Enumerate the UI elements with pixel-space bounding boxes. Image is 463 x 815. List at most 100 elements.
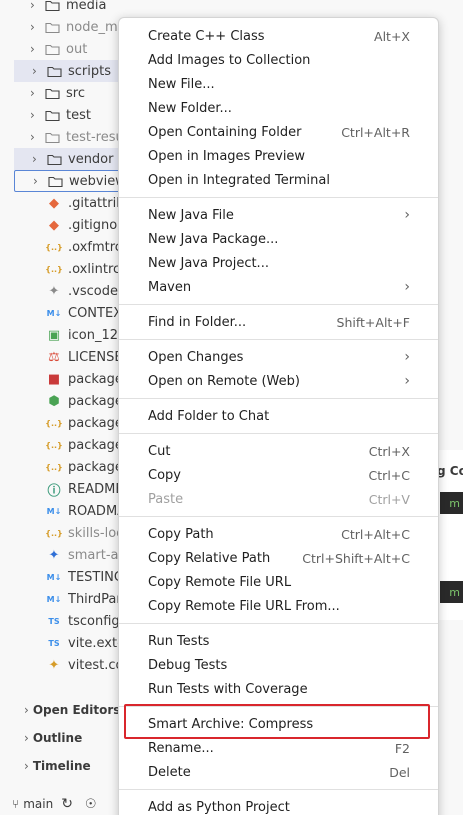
ports-icon[interactable]: ☉: [85, 797, 97, 812]
tree-folder[interactable]: › media: [12, 0, 252, 16]
menu-item-rename[interactable]: Rename... F2: [119, 736, 438, 760]
menu-item-new-java-file[interactable]: New Java File ›: [119, 203, 438, 227]
menu-item-label: New File...: [148, 76, 215, 92]
menu-item-delete[interactable]: Delete Del: [119, 760, 438, 784]
menu-separator: [119, 623, 438, 624]
tree-item-label: vendor: [68, 151, 114, 167]
menu-item-new-java-project[interactable]: New Java Project...: [119, 251, 438, 275]
menu-separator: [119, 339, 438, 340]
menu-item-label: Open in Images Preview: [148, 148, 306, 164]
menu-item-open-containing-folder[interactable]: Open Containing Folder Ctrl+Alt+R: [119, 120, 438, 144]
tree-item-label: CONTEX: [68, 305, 123, 321]
menu-item-add-as-python-project[interactable]: Add as Python Project: [119, 795, 438, 815]
menu-item-new-java-package[interactable]: New Java Package...: [119, 227, 438, 251]
menu-item-add-folder-to-chat[interactable]: Add Folder to Chat: [119, 404, 438, 428]
section-label: Open Editors: [32, 703, 121, 717]
chevron-right-icon[interactable]: ›: [32, 64, 46, 78]
menu-item-find-in-folder[interactable]: Find in Folder... Shift+Alt+F: [119, 310, 438, 334]
menu-item-label: Open Changes: [148, 349, 244, 365]
menu-item-debug-tests[interactable]: Debug Tests: [119, 653, 438, 677]
tree-item-label: smart-ar: [68, 547, 124, 563]
git-icon: ◆: [49, 217, 59, 233]
chevron-right-icon[interactable]: ›: [24, 703, 29, 717]
branch-icon[interactable]: ⑂: [12, 797, 19, 811]
sync-icon[interactable]: ↻: [61, 796, 73, 812]
tree-item-label: TESTING: [68, 569, 124, 585]
chevron-right-icon[interactable]: ›: [33, 174, 47, 188]
code-snippet-marker: m: [440, 492, 463, 514]
chevron-right-icon[interactable]: ›: [30, 130, 44, 144]
section-outline[interactable]: › Outline: [24, 727, 82, 749]
menu-item-label: New Folder...: [148, 100, 232, 116]
menu-item-shortcut: Ctrl+Alt+C: [341, 526, 410, 542]
menu-item-label: Copy Remote File URL From...: [148, 598, 340, 614]
tree-item-label: tsconfig.: [68, 613, 124, 629]
json-icon: {..}: [45, 528, 63, 538]
section-open-editors[interactable]: › Open Editors: [24, 699, 120, 721]
tree-item-label: out: [66, 41, 88, 57]
menu-item-open-changes[interactable]: Open Changes ›: [119, 345, 438, 369]
menu-item-smart-archive-compress[interactable]: Smart Archive: Compress: [119, 712, 438, 736]
menu-item-new-file[interactable]: New File...: [119, 72, 438, 96]
chevron-right-icon[interactable]: ›: [32, 152, 46, 166]
branch-name[interactable]: main: [23, 797, 53, 811]
tree-item-label: scripts: [68, 63, 111, 79]
markdown-icon: M↓: [46, 506, 62, 516]
menu-item-label: Open on Remote (Web): [148, 373, 300, 389]
typescript-icon: TS: [48, 638, 60, 648]
menu-item-maven[interactable]: Maven ›: [119, 275, 438, 299]
json-icon: {..}: [45, 440, 63, 450]
menu-item-shortcut: Shift+Alt+F: [336, 314, 410, 330]
menu-item-shortcut: Ctrl+Alt+R: [341, 124, 410, 140]
menu-item-label: Run Tests: [148, 633, 210, 649]
menu-item-copy-path[interactable]: Copy Path Ctrl+Alt+C: [119, 522, 438, 546]
tree-item-label: package: [68, 459, 123, 475]
menu-item-label: Rename...: [148, 740, 214, 756]
menu-item-copy-remote-file-url-from[interactable]: Copy Remote File URL From...: [119, 594, 438, 618]
tree-item-label: package: [68, 415, 123, 431]
markdown-icon: M↓: [46, 308, 62, 318]
menu-item-create-c-class[interactable]: Create C++ Class Alt+X: [119, 24, 438, 48]
menu-item-label: Open Containing Folder: [148, 124, 302, 140]
menu-item-shortcut: Del: [389, 764, 410, 780]
chevron-right-icon[interactable]: ›: [24, 759, 29, 773]
menu-item-add-images-to-collection[interactable]: Add Images to Collection: [119, 48, 438, 72]
tree-item-label: package: [68, 437, 123, 453]
menu-item-label: Copy Relative Path: [148, 550, 271, 566]
menu-item-label: Cut: [148, 443, 171, 459]
menu-item-label: Copy Path: [148, 526, 214, 542]
menu-item-open-in-images-preview[interactable]: Open in Images Preview: [119, 144, 438, 168]
tree-item-label: README: [68, 481, 124, 497]
menu-item-new-folder[interactable]: New Folder...: [119, 96, 438, 120]
menu-item-open-in-integrated-terminal[interactable]: Open in Integrated Terminal: [119, 168, 438, 192]
menu-item-cut[interactable]: Cut Ctrl+X: [119, 439, 438, 463]
menu-item-copy-remote-file-url[interactable]: Copy Remote File URL: [119, 570, 438, 594]
menu-item-label: Debug Tests: [148, 657, 228, 673]
menu-item-label: Create C++ Class: [148, 28, 265, 44]
menu-separator: [119, 433, 438, 434]
menu-item-open-on-remote-web[interactable]: Open on Remote (Web) ›: [119, 369, 438, 393]
chevron-right-icon[interactable]: ›: [30, 86, 44, 100]
chevron-right-icon[interactable]: ›: [24, 731, 29, 745]
menu-item-run-tests[interactable]: Run Tests: [119, 629, 438, 653]
json-icon: {..}: [45, 264, 63, 274]
chevron-right-icon[interactable]: ›: [30, 20, 44, 34]
tree-item-label: .gitignor: [68, 217, 123, 233]
chevron-right-icon[interactable]: ›: [30, 108, 44, 122]
code-snippet-marker: m: [440, 581, 463, 603]
tree-item-label: .gitattrib: [68, 195, 125, 211]
menu-item-copy-relative-path[interactable]: Copy Relative Path Ctrl+Shift+Alt+C: [119, 546, 438, 570]
menu-item-label: Maven: [148, 279, 192, 295]
chevron-right-icon[interactable]: ›: [30, 42, 44, 56]
markdown-icon: M↓: [46, 572, 62, 582]
tree-item-label: media: [66, 0, 107, 13]
menu-separator: [119, 706, 438, 707]
menu-item-shortcut: F2: [394, 740, 410, 756]
menu-separator: [119, 789, 438, 790]
menu-separator: [119, 516, 438, 517]
section-timeline[interactable]: › Timeline: [24, 755, 91, 777]
chevron-right-icon[interactable]: ›: [30, 0, 44, 12]
folder-icon: [44, 129, 60, 145]
menu-item-copy[interactable]: Copy Ctrl+C: [119, 463, 438, 487]
menu-item-run-tests-with-coverage[interactable]: Run Tests with Coverage: [119, 677, 438, 701]
